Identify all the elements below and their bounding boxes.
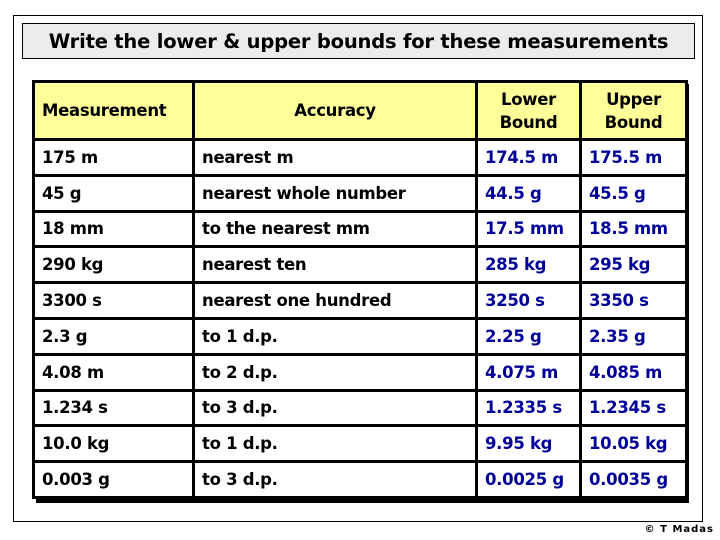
table-row: 2.3 g to 1 d.p. 2.25 g 2.35 g [32, 316, 688, 356]
cell-lower-bound: 0.0025 g [475, 460, 582, 499]
cell-accuracy: to 3 d.p. [192, 460, 478, 499]
cell-accuracy: to 2 d.p. [192, 352, 478, 392]
cell-accuracy: nearest whole number [192, 173, 478, 213]
table-row: 175 m nearest m 174.5 m 175.5 m [32, 138, 688, 177]
cell-lower-bound: 174.5 m [475, 138, 582, 177]
table-row: 45 g nearest whole number 44.5 g 45.5 g [32, 173, 688, 213]
cell-lower-bound: 9.95 kg [475, 424, 582, 464]
cell-lower-bound: 4.075 m [475, 352, 582, 392]
cell-upper-bound: 295 kg [579, 245, 688, 285]
header-upper-line1: Upper [606, 89, 661, 109]
cell-measurement: 10.0 kg [32, 424, 195, 464]
table-row: 3300 s nearest one hundred 3250 s 3350 s [32, 281, 688, 320]
cell-upper-bound: 0.0035 g [579, 460, 688, 499]
copyright-credit: © T Madas [644, 524, 714, 535]
cell-accuracy: to 3 d.p. [192, 388, 478, 428]
cell-upper-bound: 4.085 m [579, 352, 688, 392]
cell-measurement: 1.234 s [32, 388, 195, 428]
cell-accuracy: to 1 d.p. [192, 424, 478, 464]
cell-lower-bound: 17.5 mm [475, 209, 582, 249]
cell-lower-bound: 3250 s [475, 281, 582, 320]
table-row: 4.08 m to 2 d.p. 4.075 m 4.085 m [32, 352, 688, 392]
table-row: 10.0 kg to 1 d.p. 9.95 kg 10.05 kg [32, 424, 688, 464]
bounds-table-container: Measurement Accuracy Lower Bound Upper B… [32, 80, 688, 499]
cell-accuracy: nearest one hundred [192, 281, 478, 320]
cell-upper-bound: 45.5 g [579, 173, 688, 213]
cell-measurement: 18 mm [32, 209, 195, 249]
table-row: 0.003 g to 3 d.p. 0.0025 g 0.0035 g [32, 460, 688, 499]
header-row: Measurement Accuracy Lower Bound Upper B… [32, 80, 688, 141]
table-row: 290 kg nearest ten 285 kg 295 kg [32, 245, 688, 285]
cell-measurement: 175 m [32, 138, 195, 177]
cell-measurement: 3300 s [32, 281, 195, 320]
header-measurement: Measurement [32, 80, 195, 141]
cell-lower-bound: 2.25 g [475, 316, 582, 356]
table-row: 18 mm to the nearest mm 17.5 mm 18.5 mm [32, 209, 688, 249]
header-accuracy: Accuracy [192, 80, 478, 141]
cell-upper-bound: 1.2345 s [579, 388, 688, 428]
cell-measurement: 2.3 g [32, 316, 195, 356]
cell-measurement: 45 g [32, 173, 195, 213]
cell-upper-bound: 2.35 g [579, 316, 688, 356]
cell-upper-bound: 175.5 m [579, 138, 688, 177]
bounds-table: Measurement Accuracy Lower Bound Upper B… [32, 80, 688, 499]
cell-lower-bound: 1.2335 s [475, 388, 582, 428]
cell-lower-bound: 44.5 g [475, 173, 582, 213]
header-lower-line2: Bound [499, 112, 558, 132]
header-upper-line2: Bound [604, 112, 663, 132]
title-box: Write the lower & upper bounds for these… [22, 23, 695, 59]
cell-upper-bound: 3350 s [579, 281, 688, 320]
header-upper-bound: Upper Bound [579, 80, 688, 141]
header-lower-line1: Lower [501, 89, 556, 109]
cell-upper-bound: 10.05 kg [579, 424, 688, 464]
cell-measurement: 4.08 m [32, 352, 195, 392]
cell-lower-bound: 285 kg [475, 245, 582, 285]
cell-accuracy: nearest m [192, 138, 478, 177]
cell-measurement: 290 kg [32, 245, 195, 285]
header-lower-bound: Lower Bound [475, 80, 582, 141]
cell-accuracy: to the nearest mm [192, 209, 478, 249]
table-row: 1.234 s to 3 d.p. 1.2335 s 1.2345 s [32, 388, 688, 428]
page-title: Write the lower & upper bounds for these… [48, 29, 669, 53]
cell-measurement: 0.003 g [32, 460, 195, 499]
cell-accuracy: to 1 d.p. [192, 316, 478, 356]
cell-accuracy: nearest ten [192, 245, 478, 285]
cell-upper-bound: 18.5 mm [579, 209, 688, 249]
